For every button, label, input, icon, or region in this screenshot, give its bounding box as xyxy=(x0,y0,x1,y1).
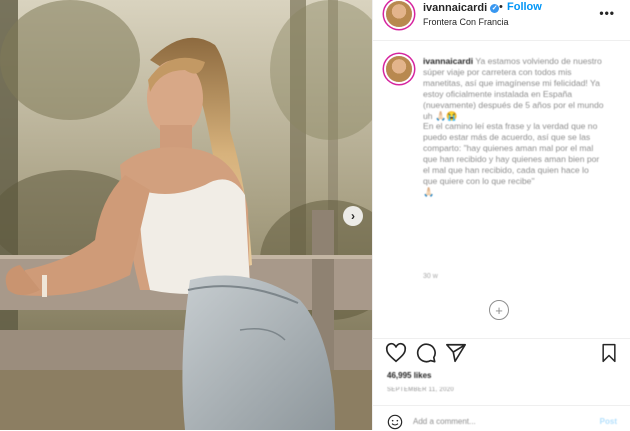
follow-button[interactable]: Follow xyxy=(507,1,542,13)
comment-input[interactable]: Add a comment... xyxy=(413,417,476,426)
next-photo-button[interactable]: › xyxy=(343,206,363,226)
caption: ivannaicardi Ya estamos volviendo de nue… xyxy=(423,56,605,198)
post-comment-button[interactable]: Post xyxy=(600,417,617,426)
share-icon[interactable] xyxy=(445,342,467,364)
photo-illustration xyxy=(0,0,372,430)
location-link[interactable]: Frontera Con Francia xyxy=(423,17,509,27)
bookmark-icon[interactable] xyxy=(599,342,619,364)
likes-count[interactable]: 46,995 likes xyxy=(387,371,431,380)
comment-bar: Add a comment... Post xyxy=(373,405,630,431)
plus-circle-icon: + xyxy=(495,302,503,318)
comments-area: ivannaicardi Ya estamos volviendo de nue… xyxy=(373,41,630,338)
more-options-icon[interactable]: ••• xyxy=(599,6,615,20)
emoji-glyph: 🙏🏻 xyxy=(423,186,435,197)
caption-timestamp: 30 w xyxy=(423,273,438,280)
caption-username[interactable]: ivannaicardi xyxy=(423,56,473,66)
post-side-panel: ivannaicardi ✓ • Follow Frontera Con Fran… xyxy=(372,0,630,430)
caption-paragraph-2: En el camino leí esta frase y la verdad … xyxy=(423,121,600,186)
load-more-comments-button[interactable]: + xyxy=(489,300,509,320)
post-date[interactable]: SEPTEMBER 11, 2020 xyxy=(387,387,454,393)
avatar[interactable] xyxy=(386,1,412,27)
caption-avatar[interactable] xyxy=(386,56,412,82)
action-bar: 46,995 likes SEPTEMBER 11, 2020 xyxy=(373,338,630,401)
dot-separator: • xyxy=(499,1,503,13)
comment-icon[interactable] xyxy=(415,342,437,364)
username-text: ivannaicardi xyxy=(423,2,488,14)
post-header: ivannaicardi ✓ • Follow Frontera Con Fran… xyxy=(373,0,630,41)
emoji-icon[interactable] xyxy=(387,414,403,430)
emoji-glyph: 🙏🏻😭 xyxy=(434,110,458,121)
username-link[interactable]: ivannaicardi ✓ xyxy=(423,2,500,14)
heart-icon[interactable] xyxy=(385,342,407,364)
post-photo[interactable]: › xyxy=(0,0,372,430)
chevron-right-icon: › xyxy=(351,209,355,223)
verified-badge-icon: ✓ xyxy=(490,4,500,13)
